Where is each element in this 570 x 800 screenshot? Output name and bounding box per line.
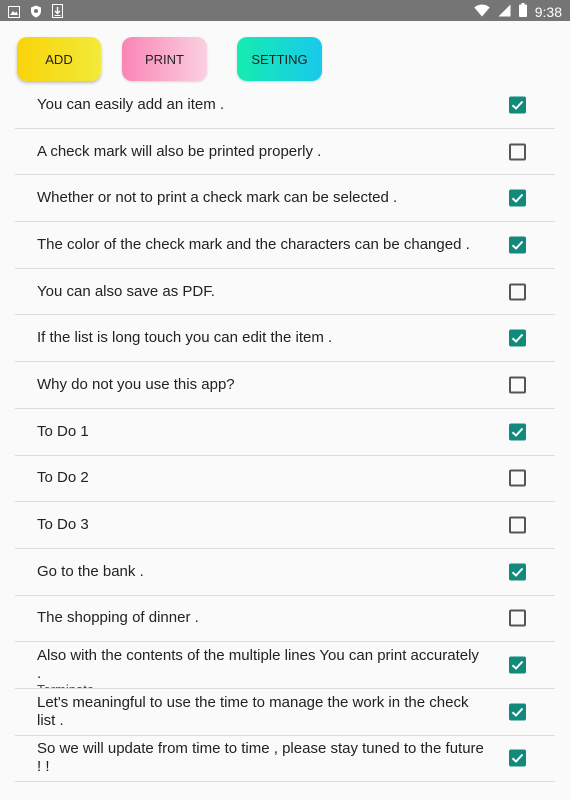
status-system: 9:38 bbox=[474, 2, 562, 21]
checkbox-unchecked[interactable] bbox=[509, 376, 526, 394]
checklist-item[interactable]: Let's meaningful to use the time to mana… bbox=[15, 689, 555, 736]
checklist-item-text: You can easily add an item . bbox=[37, 95, 225, 113]
checkbox-checked[interactable] bbox=[509, 329, 526, 347]
checklist-item-text: Go to the bank . bbox=[37, 562, 144, 580]
checklist-item[interactable]: If the list is long touch you can edit t… bbox=[15, 315, 555, 363]
checklist: You can easily add an item . A check mark… bbox=[15, 82, 555, 783]
checklist-item[interactable]: Go to the bank . bbox=[15, 549, 555, 596]
checklist-item[interactable]: Why do not you use this app? bbox=[15, 362, 555, 409]
checkbox-unchecked[interactable] bbox=[509, 609, 526, 627]
signal-icon bbox=[498, 2, 511, 21]
checkbox-checked[interactable] bbox=[509, 656, 526, 674]
checklist-item[interactable]: The color of the check mark and the char… bbox=[15, 222, 555, 269]
check-icon bbox=[511, 660, 524, 671]
check-icon bbox=[511, 754, 524, 764]
checklist-item-text: Whether or not to print a check mark can… bbox=[37, 189, 398, 207]
checklist-item[interactable]: Also with the contents of the multiple l… bbox=[15, 642, 555, 689]
checklist-item-text: Let's meaningful to use the time to mana… bbox=[37, 693, 469, 729]
check-icon bbox=[511, 707, 524, 717]
checklist-item-text: To Do 2 bbox=[37, 469, 89, 487]
checklist-item-text: To Do 1 bbox=[37, 422, 89, 440]
checkbox-checked[interactable] bbox=[509, 96, 526, 114]
checkbox-checked[interactable] bbox=[509, 749, 526, 767]
checklist-item[interactable]: You can also save as PDF. bbox=[15, 269, 555, 316]
checkbox-unchecked[interactable] bbox=[509, 143, 526, 161]
checkbox-unchecked[interactable] bbox=[509, 283, 526, 301]
shield-notification-icon bbox=[30, 3, 42, 22]
checkbox-checked[interactable] bbox=[509, 236, 526, 254]
checklist-item-overflow-text: Terminate bbox=[37, 682, 94, 688]
check-icon bbox=[511, 194, 524, 204]
checklist-item-text: If the list is long touch you can edit t… bbox=[37, 329, 333, 347]
print-button[interactable]: PRINT bbox=[122, 37, 207, 81]
checklist-item-text: So we will update from time to time , pl… bbox=[37, 740, 484, 776]
check-icon bbox=[511, 240, 524, 250]
checklist-item-text: Why do not you use this app? bbox=[37, 375, 235, 393]
checkbox-checked[interactable] bbox=[509, 423, 526, 441]
checklist-item-text: You can also save as PDF. bbox=[37, 282, 215, 300]
checkbox-unchecked[interactable] bbox=[509, 516, 526, 534]
checklist-item-text: A check mark will also be printed proper… bbox=[37, 142, 322, 160]
status-notifications bbox=[8, 3, 63, 22]
checklist-item[interactable]: Whether or not to print a check mark can… bbox=[15, 175, 555, 223]
check-icon bbox=[511, 100, 524, 110]
checklist-item-text: Also with the contents of the multiple l… bbox=[37, 647, 479, 683]
battery-icon bbox=[518, 2, 527, 21]
checkbox-checked[interactable] bbox=[509, 189, 526, 207]
checklist-item-text: To Do 3 bbox=[37, 516, 89, 534]
status-time: 9:38 bbox=[534, 3, 562, 20]
check-icon bbox=[511, 567, 524, 577]
check-icon bbox=[511, 427, 524, 437]
download-notification-icon bbox=[52, 3, 63, 22]
checklist-item[interactable]: To Do 1 bbox=[15, 409, 555, 456]
checklist-item[interactable]: The shopping of dinner . bbox=[15, 596, 555, 643]
checkbox-checked[interactable] bbox=[509, 563, 526, 581]
status-bar: 9:38 bbox=[0, 0, 570, 21]
image-notification-icon bbox=[8, 3, 20, 22]
check-icon bbox=[511, 334, 524, 344]
add-button[interactable]: ADD bbox=[17, 37, 101, 81]
wifi-icon bbox=[474, 2, 490, 21]
checklist-item[interactable]: A check mark will also be printed proper… bbox=[15, 129, 555, 176]
setting-button[interactable]: SETTING bbox=[237, 37, 322, 81]
checklist-item[interactable]: To Do 3 bbox=[15, 502, 555, 549]
checklist-item-text: The color of the check mark and the char… bbox=[37, 235, 470, 253]
checklist-item[interactable]: So we will update from time to time , pl… bbox=[15, 736, 555, 783]
checklist-item[interactable]: You can easily add an item . bbox=[15, 82, 555, 129]
checklist-item[interactable]: To Do 2 bbox=[15, 456, 555, 503]
checkbox-checked[interactable] bbox=[509, 703, 526, 721]
checklist-item-text: The shopping of dinner . bbox=[37, 609, 199, 627]
checkbox-unchecked[interactable] bbox=[509, 469, 526, 487]
